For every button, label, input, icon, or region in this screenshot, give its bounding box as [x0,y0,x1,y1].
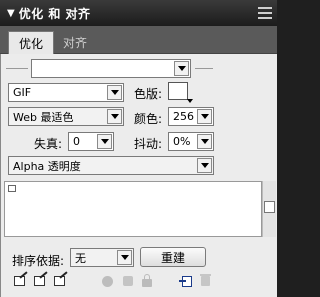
chevron-down-icon[interactable] [197,158,212,173]
sort-label: 排序依据: [12,254,65,268]
format-select[interactable]: GIF [8,83,124,102]
colors-select[interactable]: 256 [168,107,214,126]
matte-label: 色版: [134,87,163,101]
palette-value: Web 最适色 [13,110,74,124]
add-color-icon[interactable] [179,274,194,288]
matte-color-swatch[interactable] [168,82,188,100]
loss-select[interactable]: 0 [68,132,114,151]
chevron-down-icon [187,99,193,103]
colors-label: 颜色: [134,112,163,126]
chevron-down-icon[interactable] [107,109,122,124]
chevron-down-icon[interactable] [97,134,112,149]
transparency-value: Alpha 透明度 [13,159,81,173]
format-value: GIF [13,86,32,99]
chevron-down-icon[interactable] [197,134,212,149]
divider [6,68,28,69]
loss-value: 0 [73,135,80,148]
preset-select[interactable] [31,59,191,78]
chevron-down-icon[interactable] [197,109,212,124]
panel-header[interactable]: ▼ 优化 和 对齐 [0,0,277,26]
chevron-down-icon[interactable] [107,85,122,100]
panel-title: 优化 和 对齐 [18,6,91,21]
scrollbar-thumb[interactable] [264,201,275,213]
tab-optimize[interactable]: 优化 [8,31,54,54]
chevron-down-icon[interactable] [174,61,189,76]
loss-label: 失真: [34,137,63,151]
divider [195,68,213,69]
dither-label: 抖动: [134,137,163,151]
sort-select[interactable]: 无 [70,248,134,267]
color-table[interactable] [4,181,262,237]
panel-menu-icon[interactable] [257,5,273,21]
collapse-arrow-icon[interactable]: ▼ [7,8,15,19]
chevron-down-icon[interactable] [117,250,132,265]
tab-align[interactable]: 对齐 [56,31,94,54]
sort-value: 无 [75,251,86,265]
transparency-circle-icon[interactable] [100,274,114,288]
color-table-cell[interactable] [8,185,16,192]
transparency-select[interactable]: Alpha 透明度 [8,156,214,175]
palette-select[interactable]: Web 最适色 [8,107,124,126]
edit-color-icon[interactable] [12,274,26,288]
square-icon[interactable] [121,274,135,288]
delete-color-icon[interactable] [198,274,212,288]
snap-edit-icon[interactable] [52,274,66,288]
tab-bar: 优化 对齐 [0,26,277,54]
color-table-scrollbar[interactable] [262,181,276,237]
dither-select[interactable]: 0% [168,132,214,151]
dither-value: 0% [173,135,191,148]
lock-edit-icon[interactable] [32,274,46,288]
colors-value: 256 [173,110,194,123]
rebuild-button[interactable]: 重建 [140,247,206,267]
lock-icon[interactable] [140,274,154,288]
